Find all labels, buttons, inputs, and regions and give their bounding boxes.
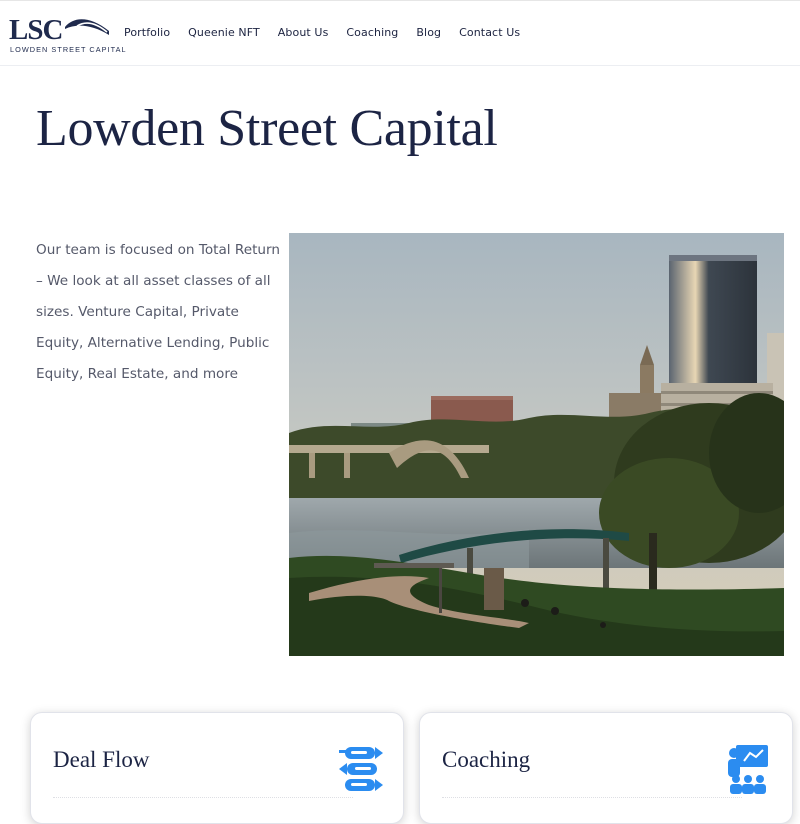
site-header: LSC LOWDEN STREET CAPITAL Portfolio Quee… bbox=[0, 0, 800, 66]
coaching-card[interactable]: Coaching bbox=[419, 712, 793, 824]
nav-portfolio[interactable]: Portfolio bbox=[124, 26, 170, 39]
site-logo[interactable]: LSC LOWDEN STREET CAPITAL bbox=[8, 13, 126, 57]
card-title: Deal Flow bbox=[53, 747, 150, 772]
card-title: Coaching bbox=[442, 747, 531, 772]
logo-swoosh-icon bbox=[65, 19, 109, 35]
logo-mark: LSC bbox=[9, 14, 63, 46]
nav-queenie-nft[interactable]: Queenie NFT bbox=[188, 26, 260, 39]
page-title: Lowden Street Capital bbox=[36, 100, 498, 157]
coaching-icon bbox=[728, 745, 768, 794]
deal-flow-icon bbox=[339, 747, 383, 791]
deal-flow-card[interactable]: Deal Flow bbox=[30, 712, 404, 824]
main-nav: Portfolio Queenie NFT About Us Coaching … bbox=[124, 26, 538, 39]
nav-coaching[interactable]: Coaching bbox=[346, 26, 398, 39]
nav-blog[interactable]: Blog bbox=[416, 26, 441, 39]
intro-paragraph: Our team is focused on Total Return – We… bbox=[36, 242, 281, 382]
logo-subtitle: LOWDEN STREET CAPITAL bbox=[10, 45, 127, 54]
nav-about-us[interactable]: About Us bbox=[278, 26, 329, 39]
hero-image bbox=[289, 233, 784, 656]
nav-contact-us[interactable]: Contact Us bbox=[459, 26, 520, 39]
